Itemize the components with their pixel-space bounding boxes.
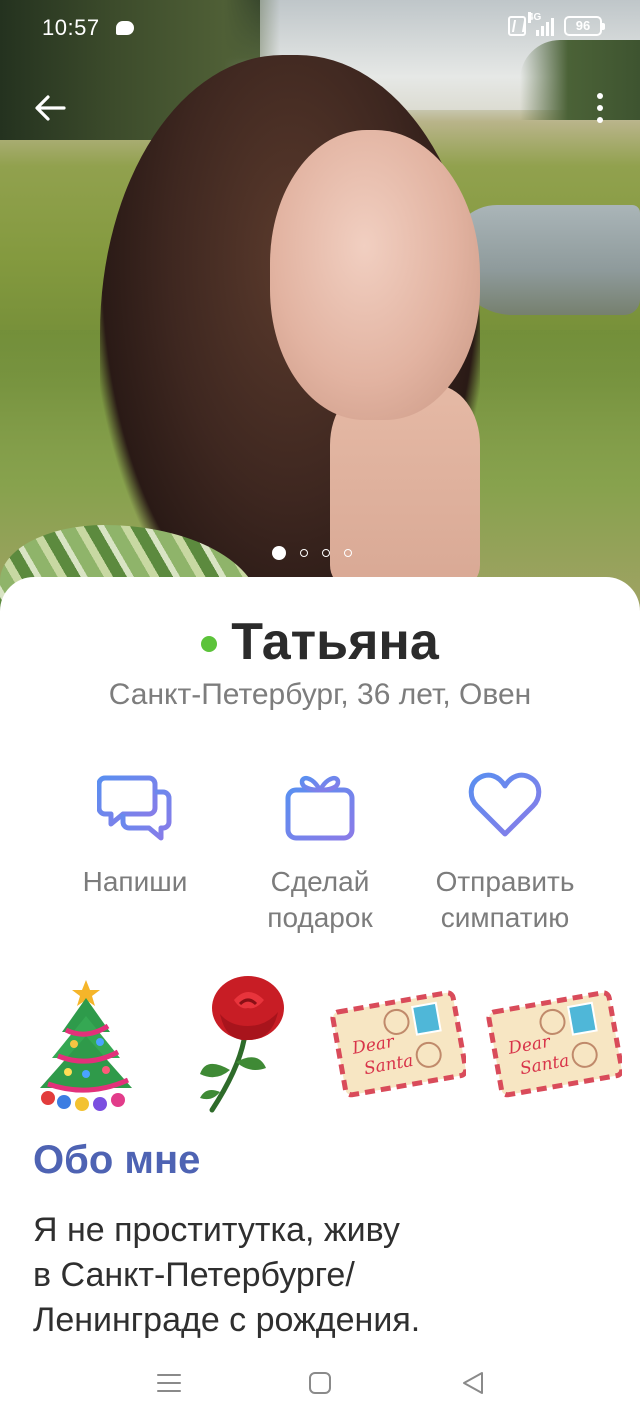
action-bar: Напиши Сделай подарок Отправить симпатию <box>0 770 640 940</box>
status-bar: 10:57 4G 96 <box>0 0 640 56</box>
write-message-label: Напиши <box>82 866 188 897</box>
profile-name: Татьяна <box>231 613 439 671</box>
write-message-button[interactable]: Напиши <box>35 770 235 900</box>
about-text-line: в Санкт-Петербурге/ <box>33 1256 355 1294</box>
name-row: Татьяна <box>0 612 640 672</box>
send-gift-label: Сделай подарок <box>220 864 420 936</box>
menu-icon[interactable] <box>156 1370 182 1401</box>
more-options-icon[interactable] <box>588 88 612 128</box>
pager-dot[interactable] <box>322 549 330 557</box>
pager-dot[interactable] <box>344 549 352 557</box>
dear-santa-letter-icon[interactable]: Dear Santa <box>486 984 625 1105</box>
send-gift-button[interactable]: Сделай подарок <box>220 770 420 936</box>
send-like-label-line2: симпатию <box>440 902 570 933</box>
send-like-label: Отправить симпатию <box>405 864 605 936</box>
heart-icon <box>468 772 542 837</box>
received-gifts: Dear Santa Dear Santa <box>0 966 640 1116</box>
about-text: Я не проститутка, живу в Санкт-Петербург… <box>33 1208 593 1343</box>
send-like-button[interactable]: Отправить симпатию <box>405 770 605 936</box>
about-text-line: Я не проститутка, живу <box>33 1211 400 1249</box>
chat-icon <box>97 775 172 841</box>
system-navigation-bar <box>0 1358 640 1408</box>
rose-icon[interactable] <box>186 970 296 1121</box>
pager-dot[interactable] <box>300 549 308 557</box>
profile-photo[interactable] <box>0 0 640 640</box>
online-status-indicator <box>201 636 218 652</box>
dear-santa-letter-icon[interactable]: Dear Santa <box>330 984 469 1105</box>
about-title: Обо мне <box>33 1138 201 1182</box>
network-type-label: 4G <box>528 12 542 23</box>
christmas-tree-icon[interactable] <box>28 974 144 1121</box>
about-text-line: Ленинграде с рождения. <box>33 1301 421 1339</box>
pager-dot-active[interactable] <box>272 546 286 560</box>
photo-pager <box>272 546 352 560</box>
battery-icon: 96 <box>564 16 605 36</box>
status-time: 10:57 <box>42 15 100 40</box>
back-arrow-icon[interactable] <box>30 88 70 128</box>
send-like-label-line1: Отправить <box>435 866 575 897</box>
nfc-icon <box>508 16 526 36</box>
home-icon[interactable] <box>307 1370 333 1401</box>
send-gift-label-line1: Сделай <box>270 866 370 897</box>
profile-subtitle: Санкт-Петербург, 36 лет, Овен <box>108 678 532 711</box>
system-back-icon[interactable] <box>460 1370 486 1401</box>
signal-icon: 4G <box>528 12 554 36</box>
send-gift-label-line2: подарок <box>267 902 373 933</box>
message-notification-icon <box>116 21 134 35</box>
gift-icon <box>285 775 355 841</box>
